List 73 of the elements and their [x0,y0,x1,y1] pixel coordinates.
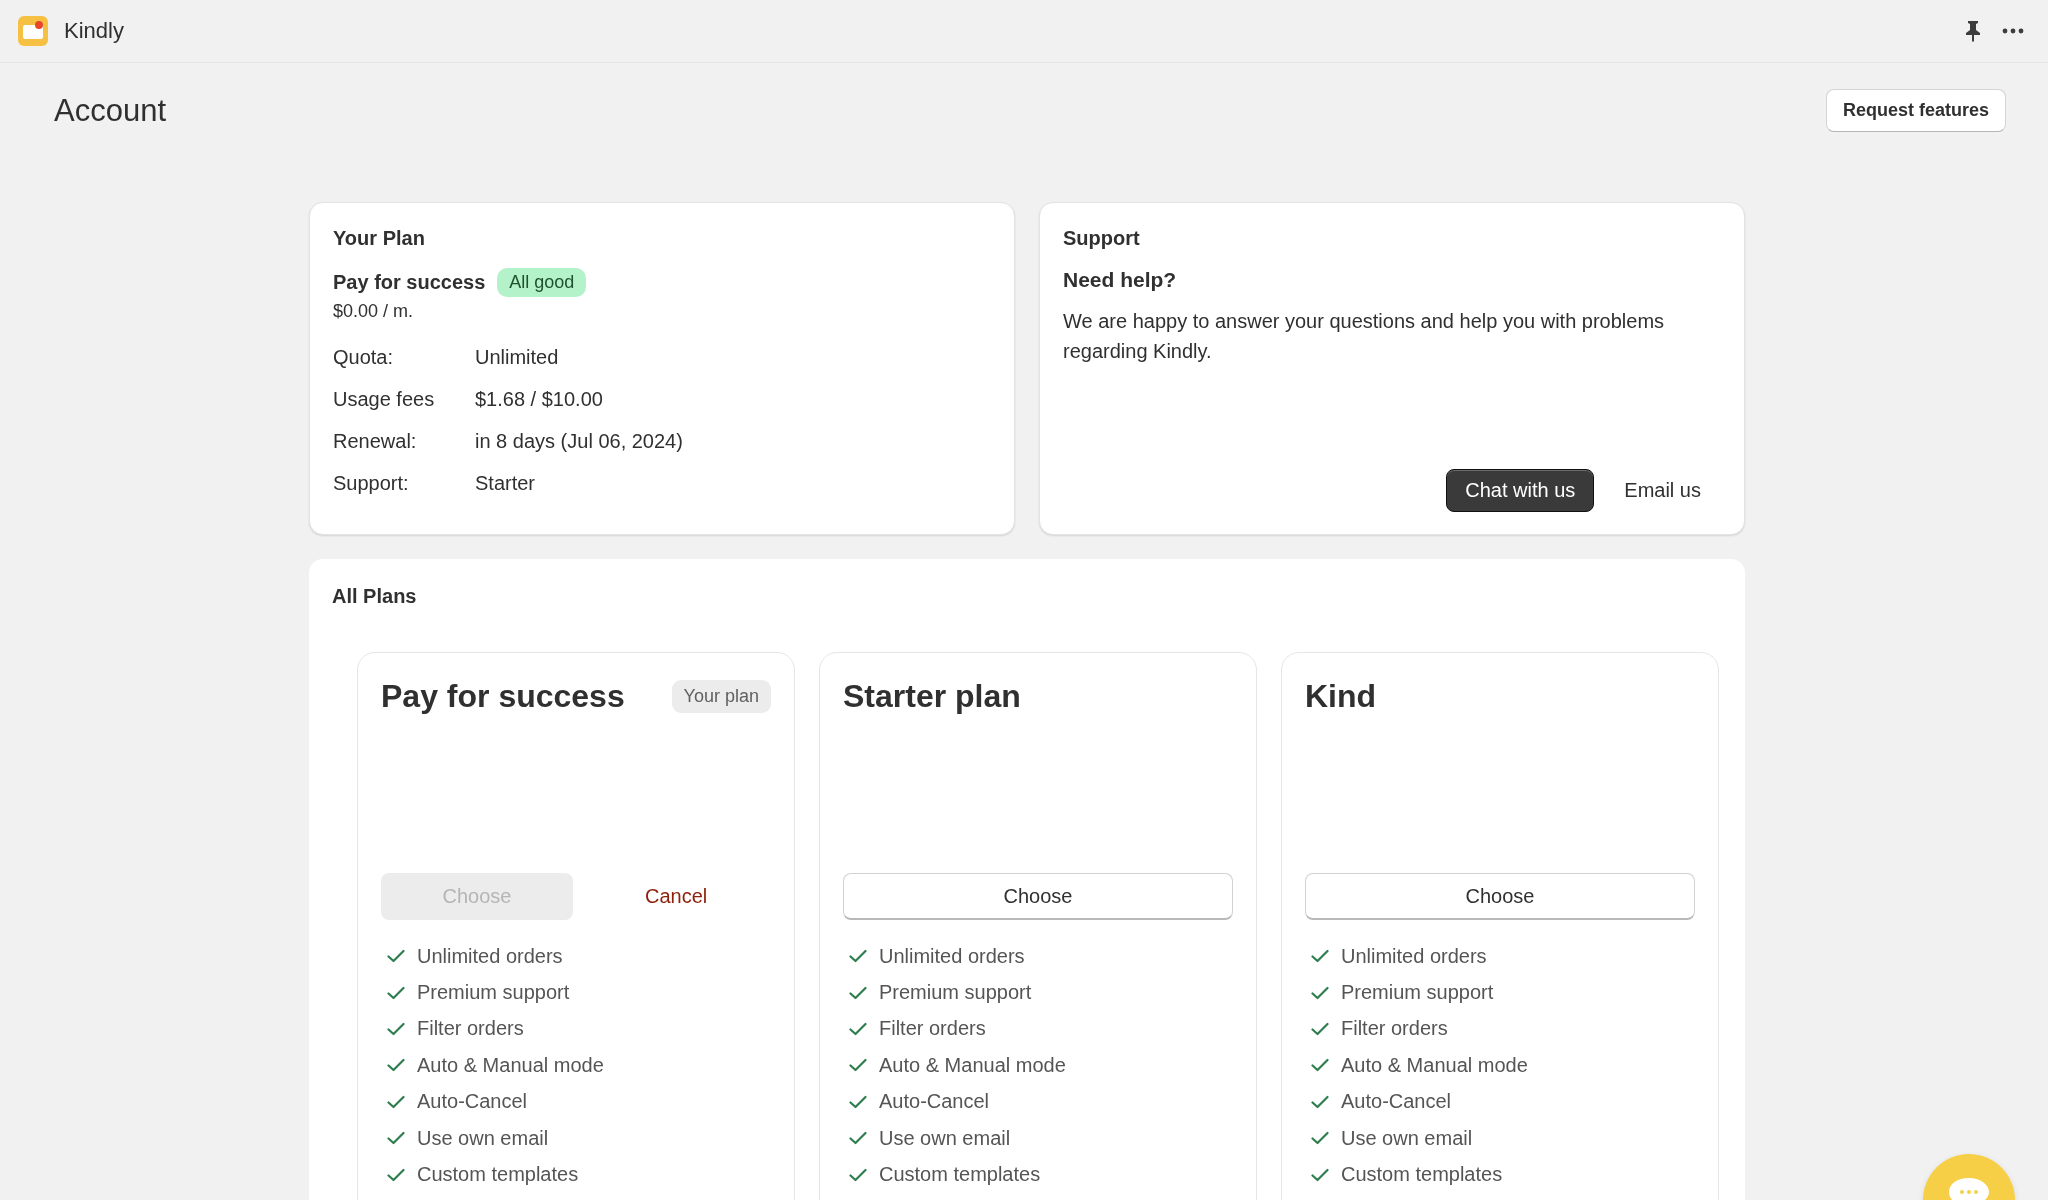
feature-text: Unlimited orders [1341,944,1487,968]
check-icon [849,1167,867,1182]
feature-text: Use own email [1341,1126,1473,1150]
chat-button[interactable]: Chat with us [1446,469,1595,512]
check-icon [849,985,867,1000]
feature-text: Use own email [417,1126,549,1150]
check-icon [1311,985,1329,1000]
email-button[interactable]: Email us [1624,470,1701,511]
choose-button[interactable]: Choose [1305,873,1695,920]
check-icon [387,949,405,964]
feature-text: Use own email [879,1126,1011,1150]
cancel-link[interactable]: Cancel [645,879,708,914]
detail-value: $1.68 / $10.00 [475,387,604,412]
detail-label: Support: [333,471,410,496]
detail-value: in 8 days (Jul 06, 2024) [475,429,684,454]
check-icon [1311,949,1329,964]
detail-label: Quota: [333,345,395,370]
plan-title: Kind [1305,677,1377,715]
card-title: Support [1063,227,1141,250]
check-icon [387,1131,405,1146]
status-badge: All good [497,268,587,297]
feature-text: Auto-Cancel [1341,1090,1452,1114]
plan-title: Starter plan [843,677,1021,715]
feature-text: Premium support [879,981,1032,1005]
check-icon [387,1058,405,1073]
check-icon [849,949,867,964]
check-icon [387,1021,405,1036]
check-icon [849,1094,867,1109]
feature-text: Premium support [417,981,570,1005]
plan-name: Pay for success [333,271,486,294]
support-text: We are happy to answer your questions and help you with problems regarding Kindly. [1063,309,1666,364]
current-plan-badge: Your plan [671,679,771,713]
more-icon[interactable] [2002,28,2024,34]
check-icon [387,985,405,1000]
feature-text: Auto-Cancel [879,1090,990,1114]
feature-text: Premium support [1341,981,1494,1005]
feature-text: Filter orders [417,1017,524,1041]
check-icon [849,1021,867,1036]
check-icon [1311,1167,1329,1182]
check-icon [849,1058,867,1073]
detail-value: Unlimited [475,345,560,370]
feature-text: Filter orders [1341,1017,1448,1041]
check-icon [387,1167,405,1182]
feature-text: Auto & Manual mode [1341,1053,1528,1077]
feature-text: Custom templates [879,1163,1041,1187]
feature-text: Filter orders [879,1017,986,1041]
support-heading: Need help? [1063,268,1178,292]
detail-label: Usage fees [333,387,436,412]
feature-text: Auto & Manual mode [879,1053,1066,1077]
check-icon [849,1131,867,1146]
app-name: Kindly [64,18,125,44]
feature-text: Auto & Manual mode [417,1053,604,1077]
detail-value: Starter [475,471,537,496]
app-logo-icon [18,16,48,46]
feature-text: Custom templates [417,1163,579,1187]
card-title: Your Plan [333,227,426,250]
plan-title: Pay for success [381,677,625,715]
detail-label: Renewal: [333,429,418,454]
check-icon [387,1094,405,1109]
feature-text: Custom templates [1341,1163,1503,1187]
feature-text: Auto-Cancel [417,1090,528,1114]
pin-icon[interactable] [1964,20,1982,42]
request-features-button[interactable]: Request features [1825,89,2006,132]
check-icon [1311,1094,1329,1109]
check-icon [1311,1021,1329,1036]
feature-text: Unlimited orders [879,944,1025,968]
feature-text: Unlimited orders [417,944,563,968]
choose-button[interactable]: Choose [843,873,1233,920]
panel-title: All Plans [332,585,418,608]
page-title: Account [54,92,166,129]
plan-price: $0.00 / m. [333,301,415,322]
check-icon [1311,1131,1329,1146]
check-icon [1311,1058,1329,1073]
